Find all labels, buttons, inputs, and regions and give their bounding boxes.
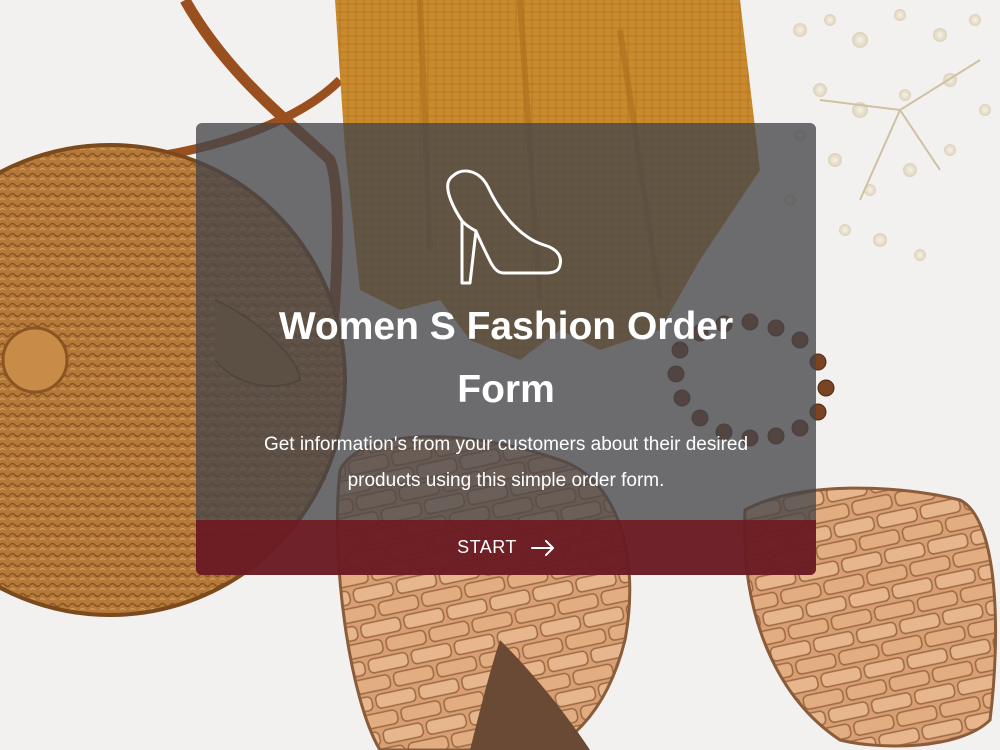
start-button-label: START bbox=[457, 537, 517, 557]
high-heel-shoe-icon bbox=[446, 169, 562, 285]
welcome-card: Women S Fashion Order Form Get informati… bbox=[196, 123, 816, 575]
start-button[interactable]: START bbox=[196, 520, 816, 575]
form-description: Get information's from your customers ab… bbox=[263, 434, 749, 491]
arrow-right-icon bbox=[530, 539, 554, 556]
form-title: Women S Fashion Order Form bbox=[278, 305, 734, 411]
form-welcome-screen: Women S Fashion Order Form Get informati… bbox=[0, 0, 1000, 750]
